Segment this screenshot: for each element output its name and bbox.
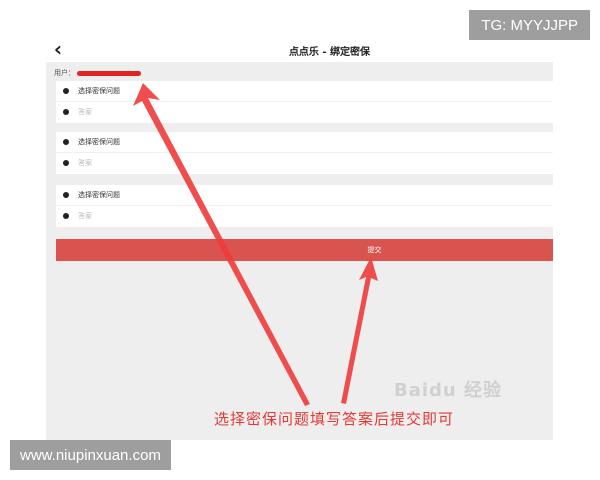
question-card-2: 选择密保问题 答案 xyxy=(56,132,553,174)
question-select-1[interactable]: 选择密保问题 xyxy=(56,81,553,102)
user-label: 用户： xyxy=(54,69,75,77)
question-card-3: 选择密保问题 答案 xyxy=(56,185,553,227)
user-value-redacted xyxy=(77,70,141,76)
bullet-icon xyxy=(63,88,69,94)
baidu-watermark: Baidu 经验 xyxy=(394,380,503,401)
bullet-icon xyxy=(63,160,69,166)
question-select-3[interactable]: 选择密保问题 xyxy=(56,185,553,206)
bullet-icon xyxy=(63,213,69,219)
question-card-1: 选择密保问题 答案 xyxy=(56,81,553,123)
answer-input-3[interactable]: 答案 xyxy=(56,206,553,226)
user-row: 用户： xyxy=(54,68,141,78)
question-label: 选择密保问题 xyxy=(78,191,120,199)
answer-input-1[interactable]: 答案 xyxy=(56,102,553,122)
app-screen: ‹ 点点乐 - 绑定密保 用户： 选择密保问题 答案 选择密保问题 答案 选择密… xyxy=(46,36,553,440)
page-title: 点点乐 - 绑定密保 xyxy=(288,47,371,58)
bullet-icon xyxy=(63,139,69,145)
submit-button[interactable]: 提交 xyxy=(56,239,553,261)
answer-placeholder: 答案 xyxy=(78,212,92,220)
question-select-2[interactable]: 选择密保问题 xyxy=(56,132,553,153)
answer-placeholder: 答案 xyxy=(78,108,92,116)
site-watermark: www.niupinxuan.com xyxy=(10,440,171,470)
answer-input-2[interactable]: 答案 xyxy=(56,153,553,173)
bullet-icon xyxy=(63,109,69,115)
question-label: 选择密保问题 xyxy=(78,87,120,95)
question-label: 选择密保问题 xyxy=(78,138,120,146)
answer-placeholder: 答案 xyxy=(78,159,92,167)
tg-watermark: TG: MYYJJPP xyxy=(469,10,590,40)
bullet-icon xyxy=(63,192,69,198)
annotation-text: 选择密保问题填写答案后提交即可 xyxy=(214,410,455,428)
